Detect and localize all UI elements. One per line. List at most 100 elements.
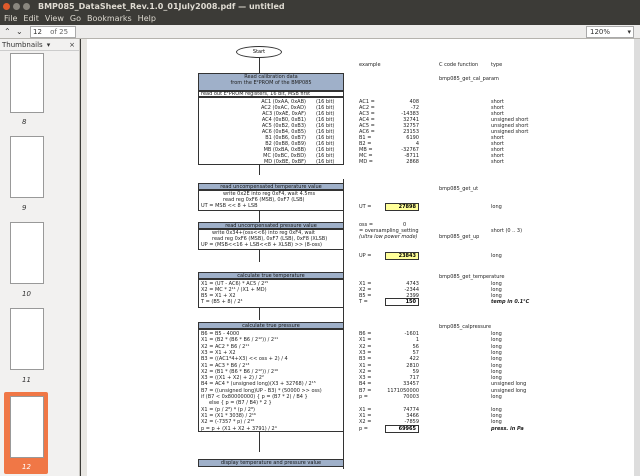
zoom-value: 120% [590, 28, 611, 36]
connector [259, 250, 260, 262]
col-cfunc: C code function [439, 62, 479, 68]
window-title: BMP085_DataSheet_Rev.1.0_01July2008.pdf … [38, 2, 285, 11]
document-view[interactable]: Start example C code function type Read … [81, 39, 640, 476]
register-bits: (16 bit) [316, 159, 335, 165]
type-value: long [491, 253, 502, 259]
example-label: UP = [359, 253, 372, 259]
formula: T = (B5 + 8) / 2⁴ [201, 299, 243, 305]
type-value: long [491, 412, 502, 419]
chevron-down-icon: ▾ [46, 41, 51, 49]
up-value-box: 23843 [385, 252, 419, 260]
section-header: calculate true pressure [198, 322, 344, 329]
step-line: UT = MSB << 8 + LSB [201, 203, 258, 209]
thumbnail-label: 9 [22, 204, 27, 212]
example-label: UT = [359, 204, 372, 210]
formula: X3 = ((X1 + X2) + 2) / 2² [201, 375, 264, 382]
example-value: 57 [412, 349, 419, 356]
type-value: long [491, 349, 502, 356]
connector [259, 308, 260, 320]
example-label: p = [359, 394, 368, 400]
formula: X2 = (B1 * (B6 * B6 / 2¹²)) / 2¹⁶ [201, 368, 279, 375]
ut-value-box: 27898 [385, 203, 419, 211]
example-value: -1601 [404, 331, 419, 337]
example-value: 70003 [403, 394, 419, 400]
function-name: bmp085_get_temperature [439, 274, 505, 280]
menu-bookmarks[interactable]: Bookmarks [87, 13, 132, 25]
t-value-box: 150 [385, 298, 419, 306]
col-example: example [359, 62, 381, 68]
thumbnail-label: 8 [22, 118, 27, 126]
close-sidebar-icon[interactable]: × [69, 39, 75, 51]
type-value: long [491, 394, 502, 400]
previous-page-icon[interactable]: ⌃ [4, 26, 11, 38]
example-value: 3466 [406, 412, 419, 419]
example-value: 33457 [403, 381, 419, 388]
title-bar: BMP085_DataSheet_Rev.1.0_01July2008.pdf … [0, 0, 640, 13]
thumbnail-page-10[interactable] [10, 222, 44, 284]
example-value: 1 [415, 337, 419, 344]
example-value: 56 [412, 343, 419, 350]
type-value: temp in 0.1°C [491, 299, 530, 305]
type-value: unsigned long [491, 387, 527, 394]
formula: else { p = (B7 / B4) * 2 } [209, 400, 272, 407]
type-value: long [491, 337, 502, 344]
menu-go[interactable]: Go [70, 13, 81, 25]
type-value: long [491, 419, 502, 426]
function-name: bmp085_get_up [439, 234, 480, 240]
close-window-button[interactable] [3, 3, 10, 10]
type-value: long [491, 356, 502, 363]
formula: X1 = (p / 2⁸) * (p / 2⁸) [201, 406, 255, 413]
next-page-icon[interactable]: ⌄ [16, 26, 23, 38]
formula: B4 = AC4 * (unsigned long)(X3 + 32768) /… [201, 381, 316, 388]
thumbnail-page-9[interactable] [10, 136, 44, 198]
type-value: long [491, 375, 502, 382]
formula: B6 = B5 - 4000 [201, 331, 240, 337]
register-name: MD (0xBE, 0xBF) [263, 159, 306, 165]
formula: B7 = ((unsigned long)UP - B3) * (50000 >… [201, 387, 322, 394]
menu-view[interactable]: View [45, 13, 64, 25]
formula: X1 = AC3 * B6 / 2¹³ [201, 362, 250, 369]
minimize-button[interactable] [13, 3, 20, 10]
example-value: 2810 [406, 362, 419, 369]
formula: B3 = ((AC1*4+X3) << oss + 2) / 4 [201, 356, 288, 363]
type-value: long [491, 204, 502, 210]
menu-bar: File Edit View Go Bookmarks Help [0, 13, 640, 25]
example-value: 59 [412, 368, 419, 375]
example-value: 2868 [406, 159, 419, 165]
maximize-button[interactable] [23, 3, 30, 10]
type-value: short (0 .. 3) [491, 228, 523, 234]
type-value: long [491, 343, 502, 350]
type-value: long [491, 368, 502, 375]
menu-edit[interactable]: Edit [23, 13, 39, 25]
type-value: long [491, 331, 502, 337]
p-value-box: 69965 [385, 424, 419, 433]
step-line: UP = (MSB<<16 + LSB<<8 + XLSB) >> (8-oss… [201, 242, 322, 248]
col-type: type [491, 62, 503, 68]
menu-help[interactable]: Help [138, 13, 156, 25]
menu-file[interactable]: File [4, 13, 17, 25]
oss-note: (ultra low power mode) [359, 234, 418, 240]
type-value: long [491, 406, 502, 413]
thumbnail-label: 12 [22, 463, 31, 471]
thumbnail-label: 10 [22, 290, 31, 298]
toolbar: ⌃ ⌄ 12 of 25 120% ▾ [0, 25, 640, 39]
scrollbar[interactable] [634, 39, 640, 476]
example-label: p = [359, 425, 368, 432]
formula: if (B7 < 0x80000000) { p = (B7 * 2) / B4… [201, 394, 308, 400]
formula: X3 = X1 + X2 [201, 349, 236, 356]
section-header: calculate true temperature [198, 272, 344, 279]
zoom-select[interactable]: 120% ▾ [586, 26, 634, 38]
formula: p = p + (X1 + X2 + 3791) / 2⁴ [201, 425, 277, 432]
function-name: bmp085_get_ut [439, 186, 479, 192]
start-oval: Start [236, 46, 282, 58]
sidebar-header[interactable]: Thumbnails ▾ × [0, 39, 79, 51]
formula: X1 = (X1 * 3038) / 2¹⁶ [201, 412, 256, 419]
page-number-input[interactable]: 12 of 25 [30, 26, 76, 38]
page-count: of 25 [50, 28, 69, 36]
thumbnail-page-11[interactable] [10, 308, 44, 370]
example-value: 1171050000 [387, 387, 419, 394]
example-label: T = [359, 299, 368, 305]
thumbnail-page-12[interactable] [10, 396, 44, 458]
type-value: unsigned long [491, 381, 527, 388]
thumbnail-page-8[interactable] [10, 53, 44, 113]
